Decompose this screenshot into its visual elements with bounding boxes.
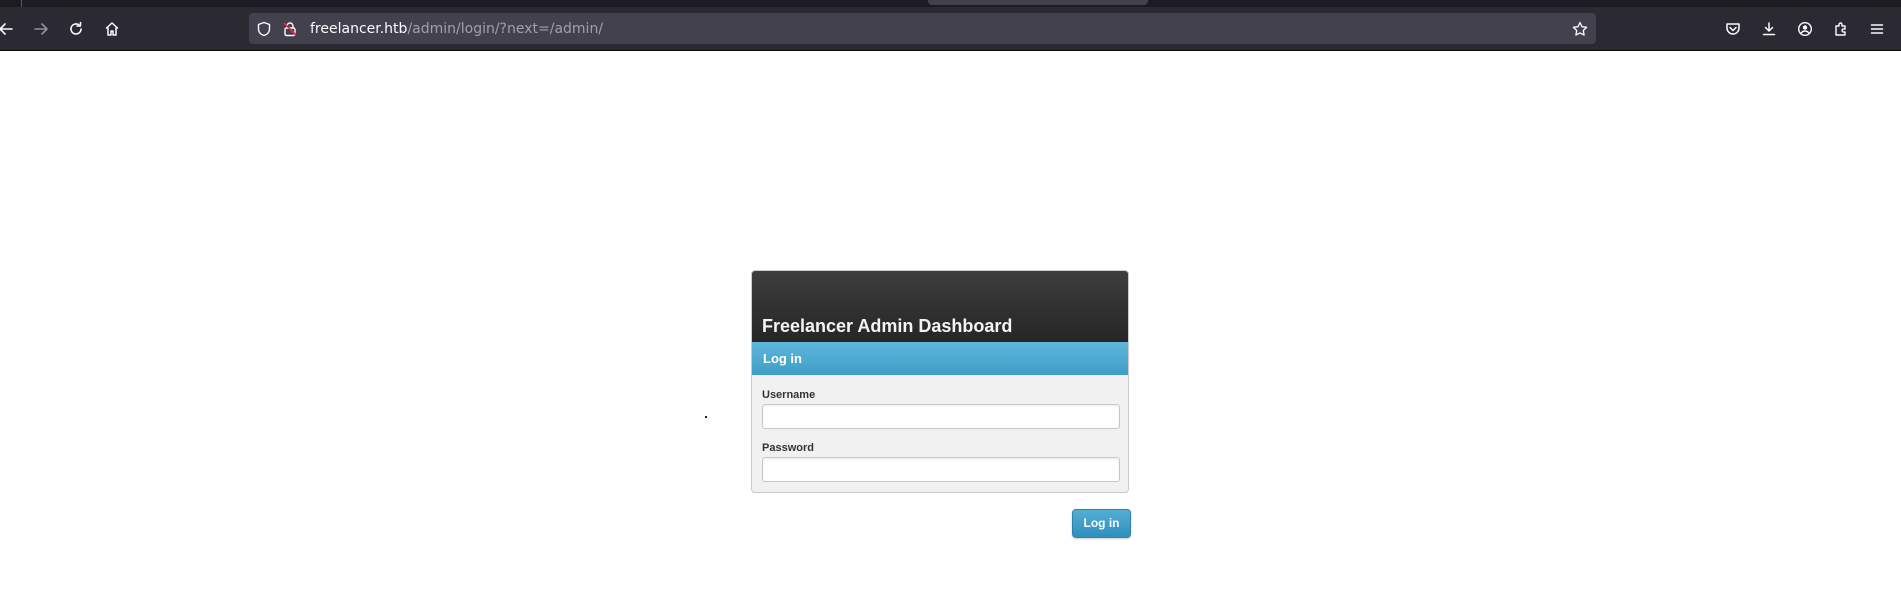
insecure-lock-icon[interactable] (282, 21, 298, 41)
tracking-protection-shield-icon[interactable] (256, 21, 272, 41)
reload-icon[interactable] (64, 17, 88, 41)
forward-arrow-icon[interactable] (29, 17, 53, 41)
login-submit-button[interactable]: Log in (1072, 509, 1131, 538)
pocket-icon[interactable] (1721, 17, 1745, 41)
hamburger-menu-icon[interactable] (1865, 17, 1889, 41)
download-icon[interactable] (1757, 17, 1781, 41)
tab-divider (21, 0, 22, 7)
password-label: Password (762, 442, 814, 454)
login-section-bar: Log in (752, 342, 1128, 375)
url-host: freelancer.htb (310, 21, 408, 37)
url-path: /admin/login/?next=/admin/ (407, 21, 604, 37)
account-icon[interactable] (1793, 17, 1817, 41)
site-title: Freelancer Admin Dashboard (762, 316, 1013, 336)
password-field[interactable] (762, 457, 1120, 482)
home-icon[interactable] (100, 17, 124, 41)
url-text[interactable]: freelancer.htb/admin/login/?next=/admin/ (310, 21, 603, 37)
bookmark-star-icon[interactable] (1572, 21, 1588, 41)
browser-toolbar: freelancer.htb/admin/login/?next=/admin/ (0, 7, 1901, 51)
login-section-title: Log in (763, 351, 802, 366)
username-field[interactable] (762, 404, 1120, 429)
login-header: Freelancer Admin Dashboard (752, 271, 1128, 342)
active-tab[interactable] (928, 0, 1148, 5)
stray-dot (705, 416, 707, 418)
login-form: Freelancer Admin Dashboard Log in Userna… (751, 270, 1129, 493)
username-label: Username (762, 389, 816, 401)
browser-tab-strip (0, 0, 1901, 7)
back-arrow-icon[interactable] (0, 17, 18, 41)
extensions-puzzle-icon[interactable] (1829, 17, 1853, 41)
